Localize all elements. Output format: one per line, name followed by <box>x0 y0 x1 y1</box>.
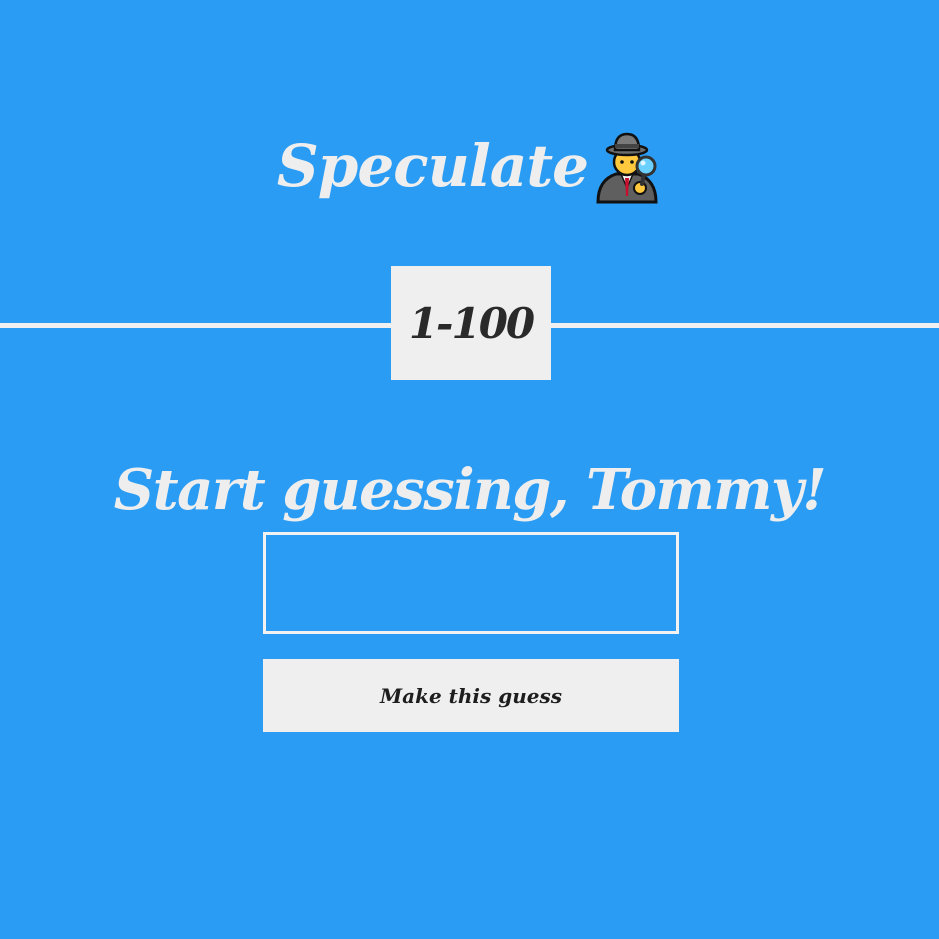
range-label: 1-100 <box>408 298 535 348</box>
detective-icon <box>596 132 658 204</box>
app-title-text: Speculate <box>276 132 589 200</box>
make-guess-button[interactable]: Make this guess <box>263 659 679 732</box>
guess-input[interactable] <box>263 532 679 634</box>
guess-prompt: Start guessing, Tommy! <box>113 457 827 523</box>
range-badge: 1-100 <box>391 266 551 380</box>
app-title: Speculate <box>0 126 939 206</box>
